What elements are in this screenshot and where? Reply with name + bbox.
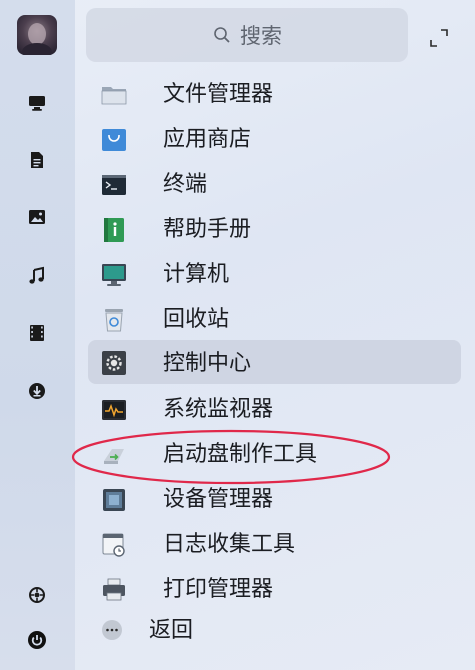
printer-icon	[100, 576, 128, 604]
app-item-boot-maker[interactable]: 启动盘制作工具	[88, 433, 461, 477]
settings-icon[interactable]	[27, 585, 47, 605]
app-item-trash[interactable]: 回收站	[88, 298, 461, 342]
app-item-app-store[interactable]: 应用商店	[88, 118, 461, 162]
app-label: 启动盘制作工具	[163, 442, 318, 467]
folder-icon	[100, 81, 128, 109]
computer-icon[interactable]	[27, 93, 47, 113]
app-label: 系统监视器	[163, 397, 274, 422]
app-item-system-monitor[interactable]: 系统监视器	[88, 388, 461, 432]
document-icon[interactable]	[27, 150, 47, 170]
app-label: 控制中心	[163, 351, 252, 376]
sidebar	[0, 0, 75, 670]
back-label: 返回	[149, 618, 194, 643]
help-manual-icon	[100, 216, 128, 244]
app-item-help-manual[interactable]: 帮助手册	[88, 208, 461, 252]
app-label: 终端	[163, 172, 208, 197]
system-monitor-icon	[100, 396, 128, 424]
app-label: 文件管理器	[163, 82, 274, 107]
search-placeholder: 搜索	[240, 24, 282, 48]
app-label: 帮助手册	[163, 217, 252, 242]
trash-icon	[100, 306, 128, 334]
music-icon[interactable]	[27, 266, 47, 286]
app-label: 回收站	[163, 307, 230, 332]
app-item-print-manager[interactable]: 打印管理器	[88, 568, 461, 612]
download-icon[interactable]	[27, 381, 47, 401]
app-item-control-center[interactable]: 控制中心	[88, 340, 461, 384]
store-bag-icon	[100, 126, 128, 154]
usb-drive-icon	[100, 441, 128, 469]
app-label: 打印管理器	[163, 577, 274, 602]
monitor-icon	[100, 261, 128, 289]
video-icon[interactable]	[27, 323, 47, 343]
search-icon	[214, 27, 230, 43]
app-item-computer[interactable]: 计算机	[88, 253, 461, 297]
more-dots-icon	[101, 619, 123, 641]
user-avatar[interactable]	[17, 15, 57, 55]
picture-icon[interactable]	[27, 207, 47, 227]
app-label: 计算机	[163, 262, 230, 287]
power-icon[interactable]	[27, 630, 47, 650]
search-bar[interactable]: 搜索	[86, 8, 408, 62]
app-item-log-collector[interactable]: 日志收集工具	[88, 523, 461, 567]
gear-icon	[100, 349, 128, 377]
app-label: 日志收集工具	[163, 532, 296, 557]
device-manager-icon	[100, 486, 128, 514]
app-item-terminal[interactable]: 终端	[88, 163, 461, 207]
app-label: 设备管理器	[163, 487, 274, 512]
log-collector-icon	[100, 531, 128, 559]
back-button[interactable]: 返回	[88, 609, 461, 653]
app-label: 应用商店	[163, 127, 252, 152]
app-item-file-manager[interactable]: 文件管理器	[88, 73, 461, 117]
terminal-icon	[100, 171, 128, 199]
fullscreen-expand-icon[interactable]	[428, 27, 450, 49]
app-item-device-manager[interactable]: 设备管理器	[88, 478, 461, 522]
